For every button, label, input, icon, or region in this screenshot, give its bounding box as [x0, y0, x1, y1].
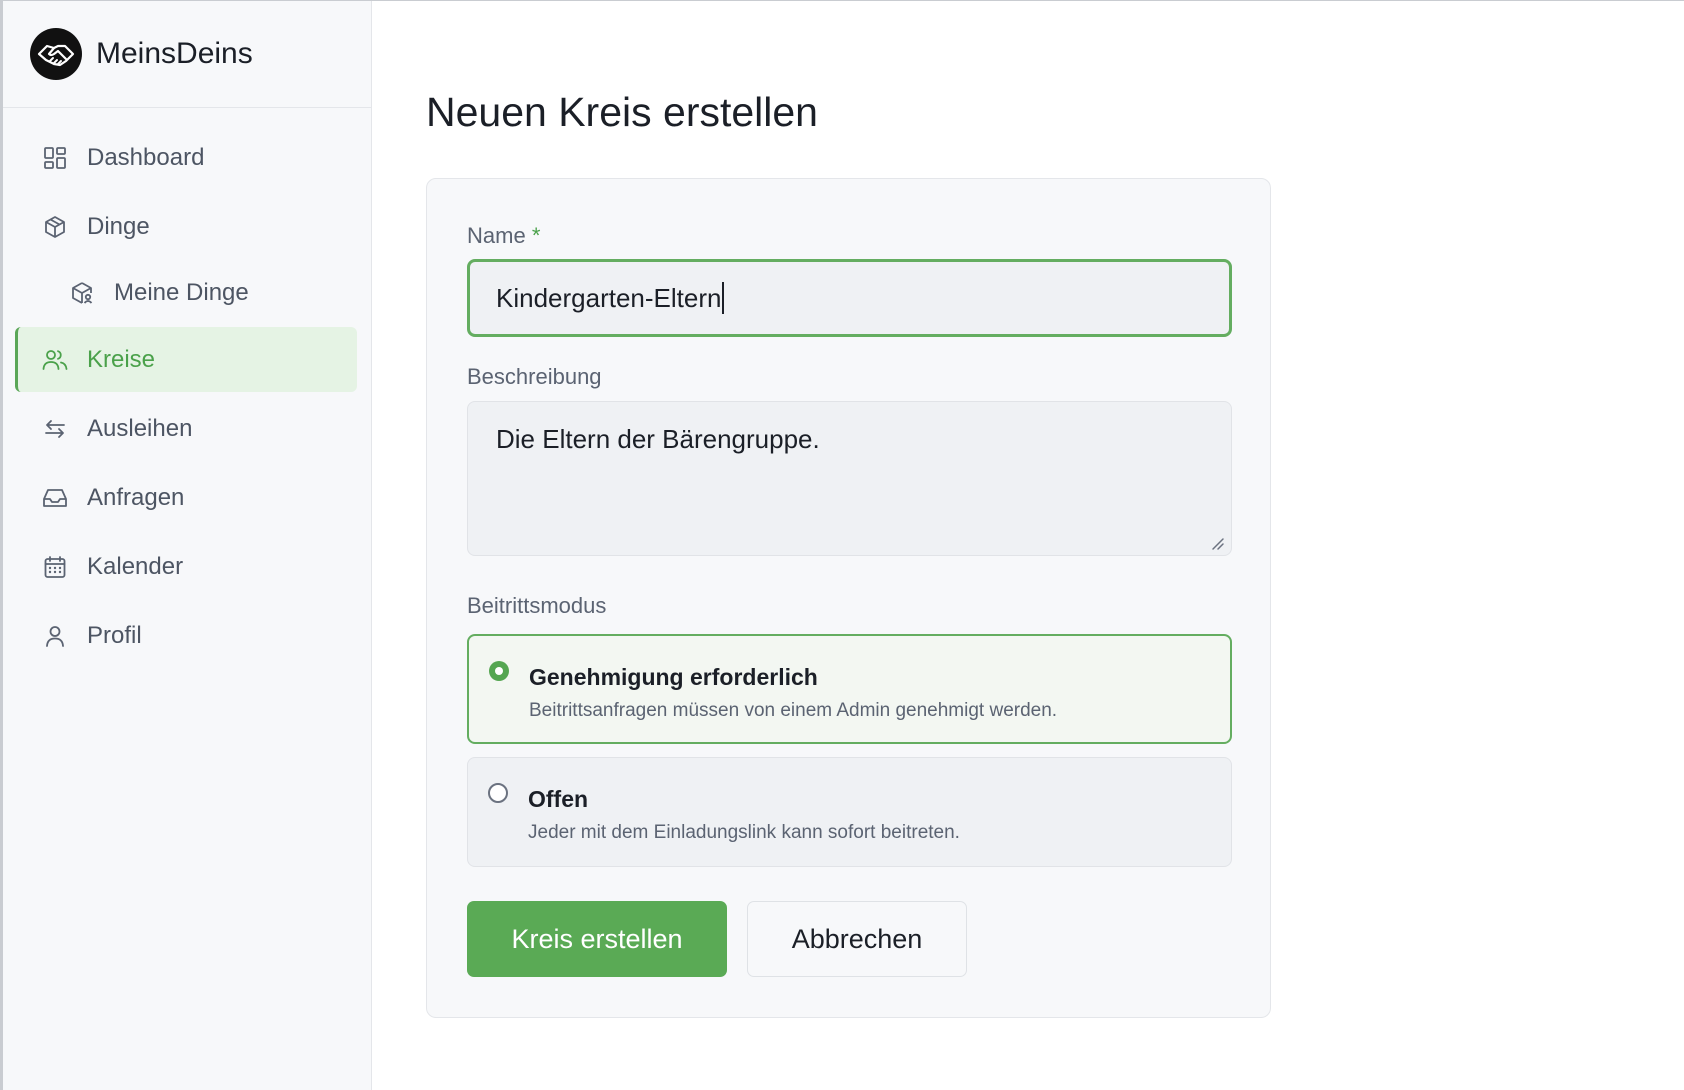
- option-title: Offen: [528, 786, 589, 812]
- name-label-text: Name: [467, 223, 526, 248]
- radio-unselected-icon[interactable]: [488, 783, 508, 803]
- sidebar-item-label: Anfragen: [87, 483, 185, 511]
- resize-handle-icon[interactable]: [1209, 535, 1225, 551]
- sidebar-item-label: Dinge: [87, 212, 150, 240]
- sidebar-item-profil[interactable]: Profil: [15, 603, 357, 668]
- users-icon: [41, 346, 69, 374]
- option-title: Genehmigung erforderlich: [529, 664, 818, 690]
- sidebar-item-label: Meine Dinge: [114, 279, 249, 306]
- box-icon: [41, 213, 69, 241]
- option-description: Jeder mit dem Einladungslink kann sofort…: [528, 822, 960, 843]
- sidebar-item-kreise[interactable]: Kreise: [15, 327, 357, 392]
- create-circle-button[interactable]: Kreis erstellen: [467, 901, 727, 977]
- cancel-button[interactable]: Abbrechen: [747, 901, 967, 977]
- sidebar: MeinsDeins Dashboard Dinge Meine Dinge K…: [3, 1, 372, 1090]
- dashboard-icon: [41, 144, 69, 172]
- join-mode-option-open[interactable]: Offen Jeder mit dem Einladungslink kann …: [467, 757, 1232, 867]
- sidebar-item-anfragen[interactable]: Anfragen: [15, 465, 357, 530]
- brand[interactable]: MeinsDeins: [3, 1, 371, 108]
- calendar-icon: [41, 553, 69, 581]
- radio-selected-icon[interactable]: [489, 661, 509, 681]
- description-label: Beschreibung: [467, 364, 602, 389]
- sidebar-item-label: Dashboard: [87, 143, 205, 171]
- sidebar-item-kalender[interactable]: Kalender: [15, 534, 357, 599]
- inbox-icon: [41, 484, 69, 512]
- sidebar-item-dashboard[interactable]: Dashboard: [15, 125, 357, 190]
- create-circle-form: Name * Kindergarten-Eltern Beschreibung …: [426, 178, 1271, 1018]
- join-mode-label: Beitrittsmodus: [467, 593, 607, 618]
- box-user-icon: [68, 279, 96, 307]
- sidebar-item-label: Kreise: [87, 345, 156, 373]
- handshake-icon: [30, 28, 82, 80]
- sidebar-item-dinge[interactable]: Dinge: [15, 194, 357, 259]
- text-caret: [722, 282, 725, 314]
- description-value: Die Eltern der Bärengruppe.: [496, 424, 820, 454]
- app-window: MeinsDeins Dashboard Dinge Meine Dinge K…: [0, 0, 1684, 1090]
- sidebar-item-label: Profil: [87, 621, 142, 649]
- sidebar-item-meine-dinge[interactable]: Meine Dinge: [15, 263, 357, 323]
- option-description: Beitrittsanfragen müssen von einem Admin…: [529, 700, 1058, 721]
- name-input-value: Kindergarten-Eltern: [496, 282, 722, 313]
- sidebar-item-ausleihen[interactable]: Ausleihen: [15, 396, 357, 461]
- user-icon: [41, 622, 69, 650]
- required-marker: *: [531, 223, 541, 248]
- join-mode-option-approval[interactable]: Genehmigung erforderlich Beitrittsanfrag…: [467, 634, 1232, 744]
- sidebar-nav: Dashboard Dinge Meine Dinge Kreise Ausle…: [3, 108, 371, 668]
- page-title: Neuen Kreis erstellen: [426, 89, 818, 135]
- sidebar-item-label: Ausleihen: [87, 414, 193, 442]
- arrows-exchange-icon: [41, 415, 69, 443]
- brand-name: MeinsDeins: [96, 37, 253, 70]
- description-textarea[interactable]: Die Eltern der Bärengruppe.: [467, 401, 1232, 556]
- name-label: Name *: [467, 223, 540, 249]
- sidebar-item-label: Kalender: [87, 552, 184, 580]
- name-input[interactable]: Kindergarten-Eltern: [467, 259, 1232, 337]
